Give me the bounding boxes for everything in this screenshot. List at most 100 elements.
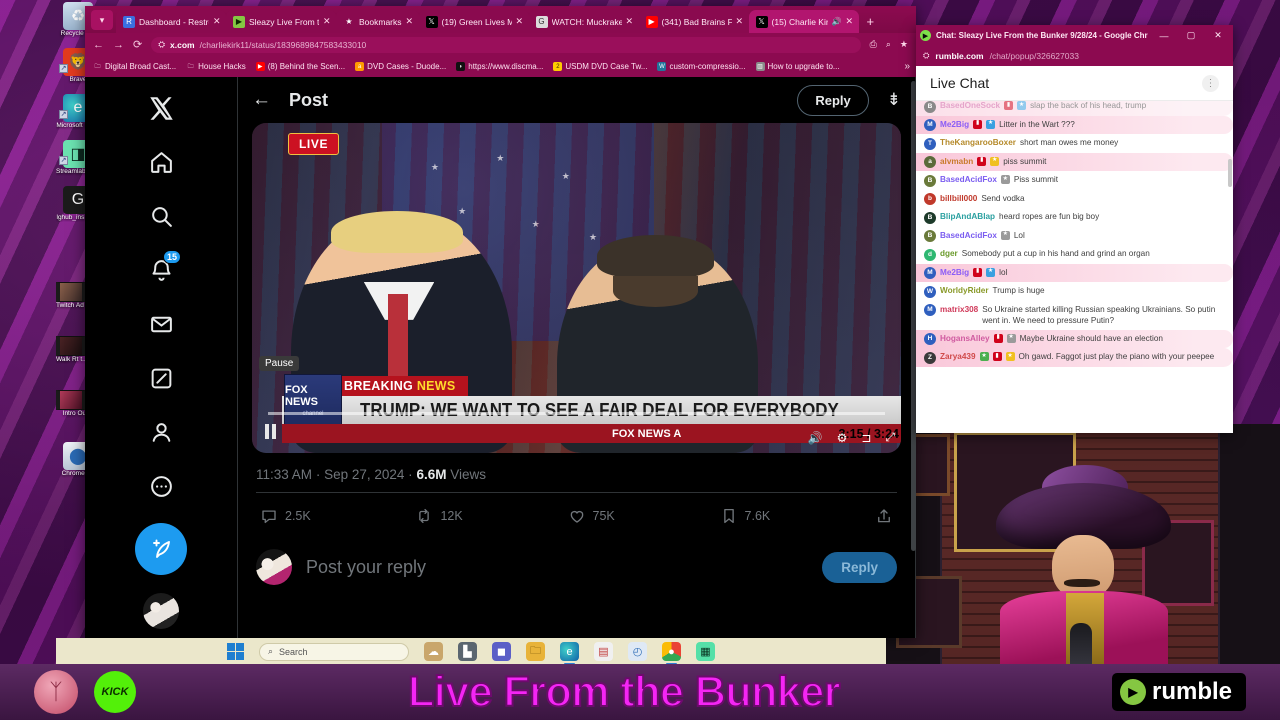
tab-close-icon[interactable]: ✕	[406, 16, 414, 27]
reload-button[interactable]: ⟳	[133, 38, 142, 51]
chat-username[interactable]: BlipAndABlap	[940, 211, 995, 223]
bookmark-label: custom-compressio...	[669, 62, 746, 71]
reply-action[interactable]: 2.5K	[260, 507, 311, 525]
cast-icon[interactable]: ⎙	[870, 39, 877, 50]
chat-username[interactable]: TheKangarooBoxer	[940, 137, 1016, 149]
tab-close-icon[interactable]: ✕	[736, 16, 744, 27]
chat-username[interactable]: Me2Big	[940, 267, 969, 279]
reply-button-top[interactable]: Reply	[797, 84, 869, 116]
sidebar-item-more[interactable]	[138, 463, 184, 509]
sidebar-item-home[interactable]	[138, 139, 184, 185]
address-bar[interactable]: ⛭ x.com/charliekirk11/status/18396898475…	[151, 36, 861, 53]
new-tab-button[interactable]: +	[859, 14, 883, 33]
bookmark-how-to-upgrade[interactable]: ▥ How to upgrade to...	[755, 62, 840, 71]
minimize-button[interactable]: —	[1153, 31, 1175, 41]
share-action[interactable]	[875, 507, 893, 525]
bookmark-digital-broad-cast[interactable]: 🗀 Digital Broad Cast...	[93, 62, 176, 71]
site-info-icon[interactable]: ⛭	[923, 51, 929, 61]
taskbar-search-input[interactable]: ⌕ Search	[259, 642, 409, 661]
bookmarks-overflow-button[interactable]: »	[904, 61, 910, 72]
forward-button[interactable]: →	[113, 39, 124, 51]
browser-tab-green-lives[interactable]: 𝕏 (19) Green Lives M ✕	[418, 10, 529, 33]
repost-action[interactable]: 12K	[415, 507, 463, 525]
compose-post-button[interactable]	[135, 523, 187, 575]
file-explorer-icon[interactable]: ▙	[458, 642, 477, 661]
chat-username[interactable]: matrix308	[940, 304, 978, 316]
tune-icon[interactable]: ⇟	[887, 90, 901, 110]
sidebar-item-grok[interactable]	[138, 355, 184, 401]
sidebar-item-profile[interactable]	[138, 409, 184, 455]
chrome-icon[interactable]: ●	[662, 642, 681, 665]
reply-input[interactable]: Post your reply	[306, 557, 808, 578]
weather-icon[interactable]: ☁	[424, 642, 443, 661]
picture-in-picture-icon[interactable]: ⊐	[861, 431, 871, 445]
calculator-icon[interactable]: ▦	[696, 642, 715, 661]
browser-tab-sleazy-live[interactable]: ▶ Sleazy Live From th ✕	[226, 10, 336, 33]
chat-username[interactable]: Zarya439	[940, 351, 976, 363]
site-info-icon[interactable]: ⛭	[158, 39, 165, 50]
sidebar-item-messages[interactable]	[138, 301, 184, 347]
browser-tab-bad-brains[interactable]: ▶ (341) Bad Brains Fe ✕	[638, 10, 749, 33]
browser-tab-bookmarks[interactable]: ★ Bookmarks ✕	[336, 10, 419, 33]
subscriber-badge-icon: ★	[979, 352, 989, 361]
bookmark-discmakers[interactable]: ◗ https://www.discma...	[456, 62, 543, 71]
chat-username[interactable]: BasedAcidFox	[940, 174, 997, 186]
fullscreen-icon[interactable]: ⤢	[885, 430, 895, 445]
close-button[interactable]: ✕	[1207, 30, 1229, 41]
bookmark-custom-compression[interactable]: W custom-compressio...	[657, 62, 746, 71]
chat-username[interactable]: dger	[940, 248, 958, 260]
like-action[interactable]: 75K	[568, 507, 615, 525]
volume-icon[interactable]: 🔊	[808, 431, 823, 445]
bookmark-house-hacks[interactable]: 🗀 House Hacks	[186, 62, 246, 71]
bookmark-label: House Hacks	[198, 62, 246, 71]
chyron-text: TRUMP: WE WANT TO SEE A FAIR DEAL FOR EV…	[282, 396, 901, 425]
chat-username[interactable]: BasedOneSock	[940, 101, 1000, 112]
teams-icon[interactable]: ◼	[492, 642, 511, 661]
zoom-icon[interactable]: ⌕	[886, 39, 891, 50]
sidebar-item-explore[interactable]	[138, 193, 184, 239]
kebab-menu-icon[interactable]: ⋮	[1202, 74, 1219, 92]
tab-close-icon[interactable]: ✕	[323, 16, 331, 27]
bookmark-behind-the-scenes[interactable]: ▶ (8) Behind the Scen...	[255, 62, 345, 71]
bookmark-dvd-cases[interactable]: a DVD Cases - Duode...	[355, 62, 446, 71]
chat-message-list[interactable]: B BasedOneSock ▮ ★ slap the back of his …	[916, 101, 1233, 433]
profile-chip-icon[interactable]: ▾	[91, 10, 113, 30]
sidebar-item-notifications[interactable]: 15	[138, 247, 184, 293]
tab-close-icon[interactable]: ✕	[626, 16, 634, 27]
chat-username[interactable]: WorldyRider	[940, 285, 989, 297]
bookmark-action[interactable]: 7.6K	[720, 507, 770, 525]
chat-username[interactable]: Me2Big	[940, 119, 969, 131]
browser-tab-muckrake[interactable]: G WATCH: Muckrake ✕	[528, 10, 639, 33]
browser-tab-dashboard[interactable]: R Dashboard - Restre ✕	[116, 10, 226, 33]
bookmark-usdm-dvd-case[interactable]: 2 USDM DVD Case Tw...	[553, 62, 647, 71]
reply-composer[interactable]: Post your reply Reply	[256, 544, 897, 590]
chat-username[interactable]: HogansAlley	[940, 333, 990, 345]
embedded-video-player[interactable]: ★ ★ ★ ★ ★ ★ ★ LIVE	[252, 123, 901, 453]
pause-button[interactable]	[265, 423, 281, 439]
browser-tab-charlie-kirk[interactable]: 𝕏 (15) Charlie Kirk 🔊 ✕	[748, 10, 859, 33]
chat-username[interactable]: alvmabn	[940, 156, 973, 168]
bookmark-star-icon[interactable]: ★	[900, 39, 908, 50]
popup-address-bar[interactable]: ⛭ rumble.com/chat/popup/326627033	[916, 46, 1233, 66]
tab-close-icon[interactable]: ✕	[846, 16, 854, 27]
edge-icon[interactable]: e	[560, 642, 579, 665]
sidebar-avatar[interactable]	[143, 593, 179, 629]
tab-close-icon[interactable]: ✕	[516, 16, 524, 27]
back-button[interactable]: ←	[93, 39, 104, 51]
maximize-button[interactable]: ▢	[1180, 30, 1202, 41]
tab-close-icon[interactable]: ✕	[213, 16, 221, 27]
chat-username[interactable]: billbill000	[940, 193, 977, 205]
repost-count: 12K	[440, 508, 463, 523]
settings-gear-icon[interactable]: ⚙	[837, 431, 848, 445]
chat-scrollbar[interactable]	[1228, 159, 1232, 433]
tab-audio-icon[interactable]: 🔊	[832, 17, 842, 26]
start-icon[interactable]	[227, 643, 244, 660]
x-logo-icon[interactable]	[138, 85, 184, 131]
reply-submit-button[interactable]: Reply	[822, 551, 897, 583]
photos-icon[interactable]: ◴	[628, 642, 647, 661]
store-icon[interactable]: ▤	[594, 642, 613, 661]
back-arrow-icon[interactable]: ←	[252, 89, 271, 111]
chat-username[interactable]: BasedAcidFox	[940, 230, 997, 242]
folder-icon[interactable]: 🗀	[526, 642, 545, 661]
video-seek-bar[interactable]	[268, 412, 885, 415]
